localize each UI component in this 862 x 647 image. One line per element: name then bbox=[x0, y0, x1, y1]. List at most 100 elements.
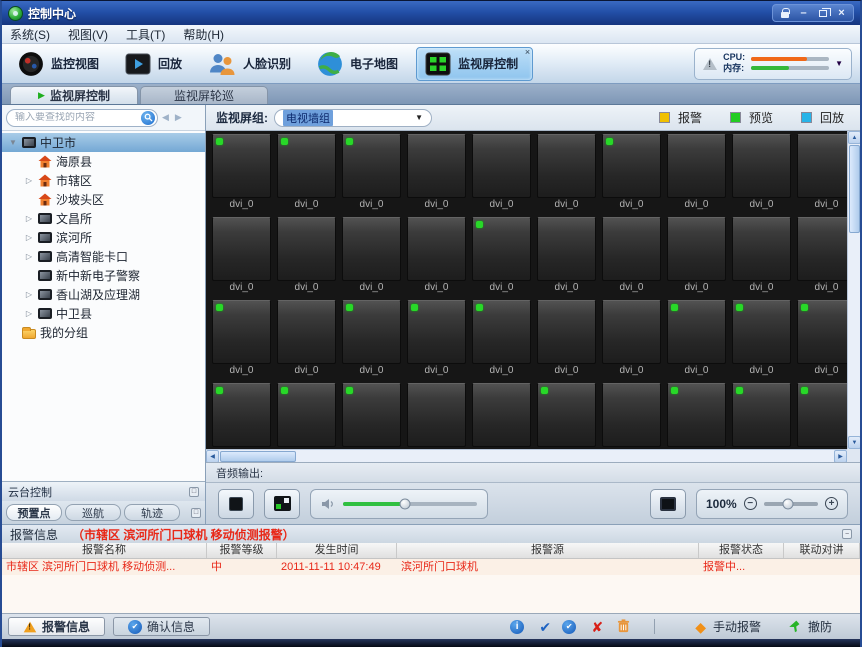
ptz-tab-轨迹[interactable]: 轨迹 bbox=[124, 504, 180, 521]
monitor-tile[interactable] bbox=[602, 300, 661, 364]
prev-page-icon[interactable]: ◀ bbox=[162, 112, 169, 123]
footer-tab-确认信息[interactable]: ✔ 确认信息 bbox=[113, 617, 211, 636]
monitor-tile[interactable] bbox=[342, 217, 401, 281]
monitor-tile[interactable] bbox=[472, 383, 531, 447]
tree-item[interactable]: 海原县 bbox=[2, 152, 205, 171]
tree-item[interactable]: ▼ 中卫市 bbox=[2, 133, 205, 152]
alarm-column-header[interactable]: 联动对讲 bbox=[784, 543, 860, 558]
scroll-down-icon[interactable]: ▼ bbox=[848, 436, 860, 449]
tree-item[interactable]: ▷ 市辖区 bbox=[2, 171, 205, 190]
minimize-icon[interactable]: – bbox=[795, 6, 812, 20]
scroll-up-icon[interactable]: ▲ bbox=[848, 131, 860, 144]
tree-item[interactable]: 沙坡头区 bbox=[2, 190, 205, 209]
vertical-scrollbar[interactable]: ▲ ▼ bbox=[847, 131, 860, 449]
toolbar-button-screen-control[interactable]: 监视屏控制 bbox=[416, 46, 534, 81]
unlock-icon[interactable] bbox=[776, 6, 793, 20]
menu-item[interactable]: 视图(V) bbox=[68, 26, 108, 43]
alarm-column-header[interactable]: 报警源 bbox=[397, 543, 699, 558]
restore-icon[interactable] bbox=[814, 6, 831, 20]
monitor-tile[interactable] bbox=[407, 383, 466, 447]
monitor-tile[interactable] bbox=[667, 134, 726, 198]
delete-x-icon[interactable]: ✘ bbox=[588, 620, 606, 634]
monitor-tile[interactable] bbox=[212, 134, 271, 198]
alarm-column-header[interactable]: 报警名称 bbox=[2, 543, 207, 558]
tree-collapse-icon[interactable]: ▼ bbox=[8, 138, 18, 147]
search-icon[interactable] bbox=[141, 110, 155, 125]
monitor-tile[interactable] bbox=[212, 217, 271, 281]
volume-slider[interactable] bbox=[343, 498, 477, 509]
tree-item[interactable]: ▷ 中卫县 bbox=[2, 304, 205, 323]
monitor-tile[interactable] bbox=[667, 300, 726, 364]
menu-item[interactable]: 系统(S) bbox=[10, 26, 50, 43]
tree-item[interactable]: ▷ 文昌所 bbox=[2, 209, 205, 228]
monitor-tile[interactable] bbox=[277, 300, 336, 364]
tree-item[interactable]: 新中新电子警察 bbox=[2, 266, 205, 285]
monitor-tile[interactable] bbox=[277, 134, 336, 198]
monitor-tile[interactable] bbox=[602, 217, 661, 281]
zoom-out-icon[interactable]: − bbox=[743, 497, 757, 510]
monitor-tile[interactable] bbox=[277, 217, 336, 281]
tree-expand-icon[interactable]: ▷ bbox=[24, 290, 34, 299]
monitor-tile[interactable] bbox=[732, 300, 791, 364]
menu-item[interactable]: 工具(T) bbox=[126, 26, 165, 43]
monitor-tile[interactable] bbox=[537, 300, 596, 364]
monitor-tile[interactable] bbox=[342, 300, 401, 364]
scroll-right-icon[interactable]: ▶ bbox=[834, 450, 847, 462]
tab-监视屏轮巡[interactable]: 监视屏轮巡 bbox=[140, 86, 268, 104]
monitor-tile[interactable] bbox=[407, 217, 466, 281]
monitor-tile[interactable] bbox=[472, 134, 531, 198]
monitor-tile[interactable] bbox=[667, 383, 726, 447]
tree-expand-icon[interactable]: ▷ bbox=[24, 233, 34, 242]
zoom-in-icon[interactable]: + bbox=[825, 497, 838, 510]
monitor-tile[interactable] bbox=[797, 217, 847, 281]
next-page-icon[interactable]: ▶ bbox=[175, 112, 182, 123]
tree-item[interactable]: ▷ 香山湖及应理湖 bbox=[2, 285, 205, 304]
alarm-column-header[interactable]: 报警等级 bbox=[207, 543, 277, 558]
monitor-tile[interactable] bbox=[732, 217, 791, 281]
close-icon[interactable]: × bbox=[833, 6, 850, 20]
toolbar-button-monitor-view[interactable]: 监控视图 bbox=[10, 47, 113, 81]
zoom-slider-thumb[interactable] bbox=[782, 498, 794, 509]
volume-slider-thumb[interactable] bbox=[399, 498, 411, 509]
tree-item[interactable]: 我的分组 bbox=[2, 323, 205, 342]
monitor-tile[interactable] bbox=[797, 134, 847, 198]
monitor-tile[interactable] bbox=[407, 300, 466, 364]
tab-监视屏控制[interactable]: ▶ 监视屏控制 bbox=[10, 86, 138, 104]
manual-alarm-button[interactable]: ◆ 手动报警 bbox=[695, 618, 761, 635]
toolbar-button-playback[interactable]: 回放 bbox=[117, 47, 196, 81]
system-status-panel[interactable]: CPU: 内存: ▼ bbox=[694, 47, 852, 80]
layout-split-button[interactable] bbox=[264, 488, 300, 519]
confirm-all-icon[interactable]: ✔ bbox=[562, 619, 580, 634]
minimize-panel-icon[interactable]: − bbox=[842, 529, 852, 539]
tree-item[interactable]: ▷ 滨河所 bbox=[2, 228, 205, 247]
ptz-tab-预置点[interactable]: 预置点 bbox=[6, 504, 62, 521]
scroll-left-icon[interactable]: ◀ bbox=[206, 450, 219, 462]
tree-expand-icon[interactable]: ▷ bbox=[24, 214, 34, 223]
search-input[interactable] bbox=[15, 112, 141, 123]
horizontal-scrollbar[interactable]: ◀ ▶ bbox=[206, 449, 847, 462]
alarm-column-header[interactable]: 报警状态 bbox=[699, 543, 784, 558]
monitor-tile[interactable] bbox=[537, 217, 596, 281]
monitor-tile[interactable] bbox=[342, 134, 401, 198]
toolbar-button-face-recognition[interactable]: 人脸识别 bbox=[200, 47, 305, 81]
monitor-tile[interactable] bbox=[212, 300, 271, 364]
tree-expand-icon[interactable]: ▷ bbox=[24, 309, 34, 318]
tree-item[interactable]: ▷ 高清智能卡口 bbox=[2, 247, 205, 266]
collapse-panel-icon[interactable]: □ bbox=[191, 507, 201, 518]
monitor-tile[interactable] bbox=[342, 383, 401, 447]
vscroll-thumb[interactable] bbox=[849, 145, 860, 233]
collapse-panel-icon[interactable]: □ bbox=[189, 486, 199, 497]
disarm-button[interactable]: 撤防 bbox=[787, 618, 832, 635]
monitor-tile[interactable] bbox=[212, 383, 271, 447]
monitor-frame-button[interactable] bbox=[650, 488, 686, 519]
monitor-tile[interactable] bbox=[277, 383, 336, 447]
monitor-tile[interactable] bbox=[732, 134, 791, 198]
monitor-tile[interactable] bbox=[537, 383, 596, 447]
monitor-tile[interactable] bbox=[602, 134, 661, 198]
alarm-table-row[interactable]: 市辖区 滨河所门口球机 移动侦测... 中 2011-11-11 10:47:49 滨… bbox=[2, 559, 860, 575]
zoom-slider[interactable] bbox=[763, 498, 818, 509]
monitor-tile[interactable] bbox=[472, 300, 531, 364]
stop-button[interactable] bbox=[218, 488, 254, 519]
hscroll-thumb[interactable] bbox=[220, 451, 296, 462]
tree-expand-icon[interactable]: ▷ bbox=[24, 176, 34, 185]
